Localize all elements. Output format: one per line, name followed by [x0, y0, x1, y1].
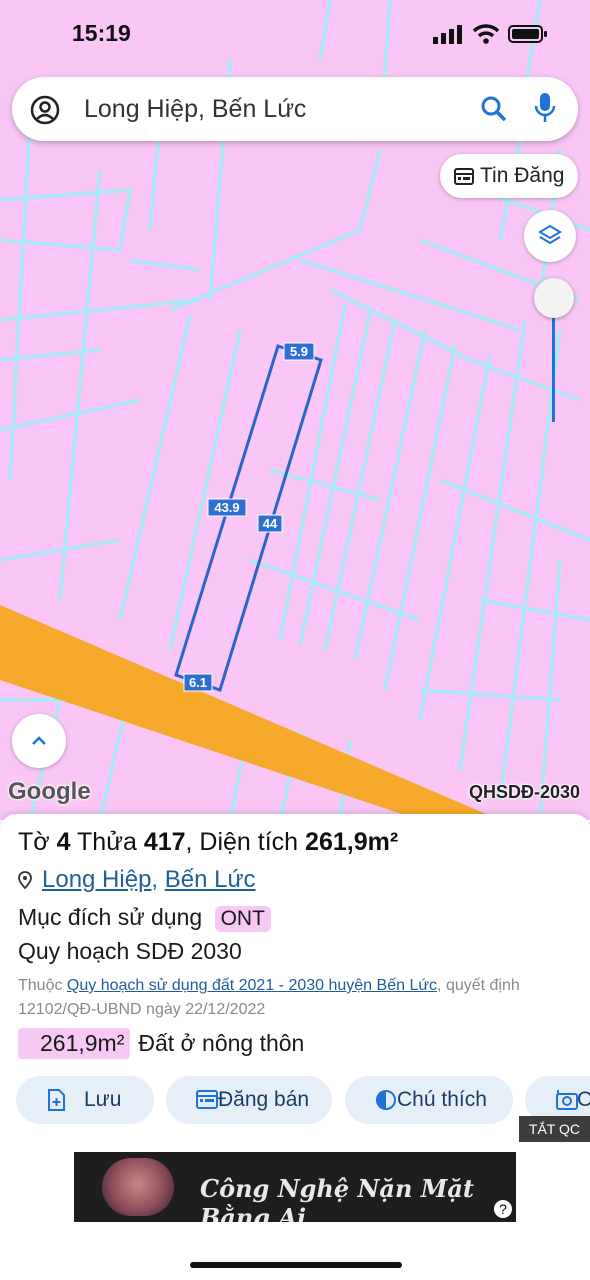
- battery-icon: [508, 25, 547, 43]
- edge-label-bottom: 6.1: [189, 675, 207, 690]
- add-file-icon: [48, 1089, 65, 1111]
- ad-text: Công Nghệ Nặn Mặt Bằng Ai: [200, 1174, 474, 1222]
- plan-heading: Quy hoạch SDĐ 2030: [18, 938, 242, 964]
- calendar-list-icon: [454, 168, 474, 185]
- save-button[interactable]: Lưu: [16, 1076, 154, 1124]
- layer-name-label: QHSDĐ-2030: [468, 782, 580, 802]
- action-buttons: Lưu Đăng bán Chú thích C: [16, 1076, 590, 1126]
- plan-link[interactable]: Quy hoạch sử dụng đất 2021 - 2030 huyện …: [67, 977, 437, 994]
- zone-area-row: 261,9m² Đất ở nông thôn: [18, 1028, 304, 1059]
- google-logo: Google: [8, 778, 91, 805]
- signal-icon: [433, 25, 463, 44]
- land-use-purpose: Mục đích sử dụng ONT: [18, 904, 271, 932]
- ad-banner[interactable]: Công Nghệ Nặn Mặt Bằng Ai ?: [74, 1152, 516, 1222]
- expand-sheet-button[interactable]: [12, 714, 66, 768]
- opacity-slider-handle[interactable]: [534, 278, 574, 318]
- location: Long Hiệp, Bến Lức: [18, 866, 256, 894]
- ad-image: [102, 1158, 174, 1216]
- chevron-up-icon: [32, 736, 46, 745]
- status-icons: [433, 24, 548, 49]
- plan-note: Thuộc Quy hoạch sử dụng đất 2021 - 2030 …: [18, 977, 520, 1018]
- post-sale-button[interactable]: Đăng bán: [166, 1076, 332, 1124]
- parcel-number: 417: [143, 828, 186, 856]
- tin-dang-button[interactable]: Tin Đăng: [440, 154, 578, 198]
- camera-icon: [556, 1090, 578, 1110]
- hide-ads-button[interactable]: TẮT QC: [518, 1116, 590, 1142]
- edge-label-left: 43.9: [214, 500, 239, 515]
- tin-dang-label: Tin Đăng: [480, 164, 565, 187]
- clock: 15:19: [72, 20, 131, 46]
- zone-area-chip: 261,9m²: [18, 1028, 131, 1059]
- edge-label-top: 5.9: [290, 344, 308, 359]
- district-link[interactable]: Bến Lức: [165, 866, 256, 893]
- commune-link[interactable]: Long Hiệp: [42, 866, 151, 893]
- purpose-code-badge: ONT: [214, 906, 271, 932]
- location-pin-icon: [18, 871, 32, 889]
- parcel-info-sheet: Tờ 4 Thửa 417, Diện tích 261,9m² Long Hi…: [0, 814, 590, 1280]
- zone-type: Đất ở nông thôn: [138, 1030, 305, 1056]
- opacity-slider-track[interactable]: [552, 300, 555, 422]
- parcel-area: 261,9m²: [305, 828, 399, 856]
- search-bar[interactable]: Long Hiệp, Bến Lức: [12, 77, 578, 141]
- calendar-list-icon: [196, 1090, 218, 1109]
- microphone-icon[interactable]: [534, 92, 556, 124]
- legend-button[interactable]: Chú thích: [345, 1076, 513, 1124]
- account-icon[interactable]: [30, 95, 60, 125]
- contrast-icon: [376, 1090, 396, 1110]
- sheet-number: 4: [56, 828, 71, 856]
- parcel-title: Tờ 4 Thửa 417, Diện tích 261,9m²: [18, 828, 399, 856]
- wifi-icon: [472, 24, 499, 44]
- layers-icon: [538, 224, 562, 245]
- ad-help-icon[interactable]: ?: [494, 1200, 512, 1218]
- status-bar: 15:19: [0, 0, 590, 72]
- layers-button[interactable]: [524, 210, 576, 262]
- home-indicator: [190, 1262, 402, 1268]
- search-icon[interactable]: [480, 95, 508, 123]
- search-input[interactable]: Long Hiệp, Bến Lức: [84, 95, 306, 124]
- edge-label-right: 44: [263, 516, 278, 531]
